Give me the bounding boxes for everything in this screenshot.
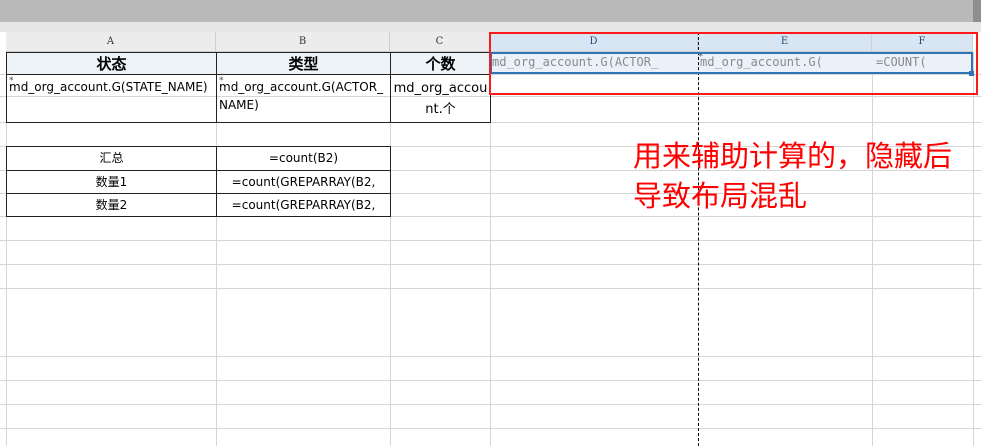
sheet-gap — [0, 22, 981, 32]
gridline — [0, 428, 981, 429]
highlight-box — [489, 32, 978, 95]
cell-summary-label-2[interactable]: 数量1 — [6, 170, 217, 194]
cell-a2-text: md_org_account.G(STATE_NAME) — [9, 80, 208, 94]
cell-a1[interactable]: 状态 — [6, 52, 217, 75]
cell-a2[interactable]: * md_org_account.G(STATE_NAME) — [6, 74, 217, 123]
gridline — [0, 264, 981, 265]
col-header-c[interactable]: C — [390, 32, 490, 52]
gridline — [973, 52, 974, 446]
cell-marker: * — [9, 76, 14, 86]
scroll-thumb[interactable] — [973, 0, 981, 22]
cell-b1[interactable]: 类型 — [216, 52, 391, 75]
gridline — [0, 404, 981, 405]
cell-marker: * — [219, 76, 224, 86]
gridline — [0, 288, 981, 289]
gridline — [0, 356, 981, 357]
cell-summary-formula-1[interactable]: =count(B2) — [216, 146, 391, 171]
cell-summary-label-3[interactable]: 数量2 — [6, 193, 217, 217]
col-header-b[interactable]: B — [216, 32, 390, 52]
gridline — [872, 52, 873, 446]
col-header-a[interactable]: A — [6, 32, 216, 52]
gridline — [0, 240, 981, 241]
cell-summary-label-1[interactable]: 汇总 — [6, 146, 217, 171]
gridline — [0, 380, 981, 381]
cell-summary-formula-2[interactable]: =count(GREPARRAY(B2, — [216, 170, 391, 194]
cell-summary-formula-3[interactable]: =count(GREPARRAY(B2, — [216, 193, 391, 217]
cell-b2[interactable]: * md_org_account.G(ACTOR_NAME) — [216, 74, 391, 123]
cell-c2[interactable]: md_org_account.个 — [390, 74, 491, 123]
top-toolbar — [0, 0, 981, 23]
cell-b2-text: md_org_account.G(ACTOR_NAME) — [219, 80, 384, 112]
cell-c1[interactable]: 个数 — [390, 52, 491, 75]
annotation-text: 用来辅助计算的，隐藏后导致布局混乱 — [633, 139, 953, 213]
